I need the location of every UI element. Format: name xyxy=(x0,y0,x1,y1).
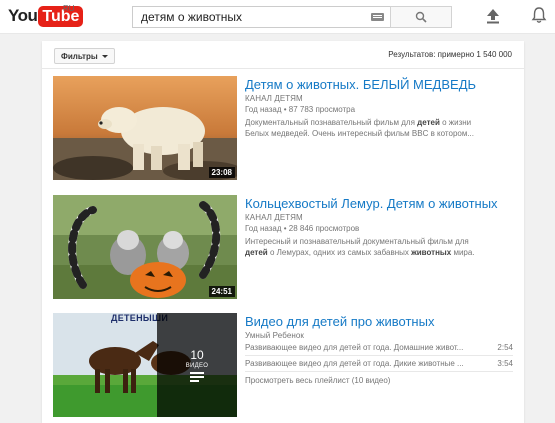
logo-region: RU xyxy=(63,4,75,13)
desc-text: о Лемурах, одних из самых забавных xyxy=(267,248,412,257)
playlist-result: ДЕТЕНЫШИ 10 ВИДЕО Видео для детей про жи… xyxy=(53,313,513,417)
results-count: Результатов: примерно 1 540 000 xyxy=(388,50,512,59)
video-meta: Год назад • 28 846 просмотров xyxy=(245,224,360,233)
search-input-value: детям о животных xyxy=(141,10,242,24)
view-full-playlist-link[interactable]: Просмотреть весь плейлист (10 видео) xyxy=(245,376,513,385)
desc-highlight: животных xyxy=(411,248,452,257)
video-thumbnail[interactable]: 23:08 xyxy=(53,76,237,180)
keyboard-icon[interactable] xyxy=(371,13,384,21)
desc-text: о жизни xyxy=(439,118,472,127)
bell-icon[interactable] xyxy=(531,6,547,24)
desc-text: Интересный и познавательный документальн… xyxy=(245,237,469,246)
playlist-icon xyxy=(190,372,204,382)
polar-bear-thumbnail-image xyxy=(53,76,237,180)
search-input[interactable]: детям о животных xyxy=(132,6,390,28)
divider xyxy=(245,371,513,372)
logo-text-you: You xyxy=(8,6,38,25)
desc-highlight: детей xyxy=(417,118,440,127)
chevron-down-icon xyxy=(101,54,108,58)
lemur-thumbnail-image xyxy=(53,195,237,299)
desc-text: мира. xyxy=(451,248,475,257)
video-description: Интересный и познавательный документальн… xyxy=(245,236,513,258)
playlist-count-label: ВИДЕО xyxy=(185,363,209,369)
video-info: Кольцехвостый Лемур. Детям о животных КА… xyxy=(245,195,513,258)
divider xyxy=(42,68,524,69)
playlist-item-time: 3:54 xyxy=(497,359,513,368)
masthead: You Tube RU детям о животных xyxy=(0,0,555,34)
playlist-item-title: Развивающее видео для детей от года. Дом… xyxy=(245,343,464,352)
channel-name[interactable]: Умный Ребенок xyxy=(245,331,513,340)
desc-text: Документальный познавательный фильм для xyxy=(245,118,418,127)
playlist-title[interactable]: Видео для детей про животных xyxy=(245,313,513,330)
filters-button[interactable]: Фильтры xyxy=(54,48,115,64)
playlist-item[interactable]: Развивающее видео для детей от года. Дом… xyxy=(245,343,513,352)
playlist-overlay: 10 ВИДЕО xyxy=(157,313,237,417)
results-card: Фильтры Результатов: примерно 1 540 000 xyxy=(42,41,524,423)
desc-text: Белых медведей. Очень интересный фильм B… xyxy=(245,129,475,138)
youtube-logo[interactable]: You Tube RU xyxy=(8,4,84,27)
desc-highlight: детей xyxy=(245,248,268,257)
playlist-count: 10 xyxy=(190,348,204,362)
playlist-item-title: Развивающее видео для детей от года. Дик… xyxy=(245,359,464,368)
video-duration: 23:08 xyxy=(208,167,235,178)
playlist-item[interactable]: Развивающее видео для детей от года. Дик… xyxy=(245,359,513,368)
video-thumbnail[interactable]: 24:51 xyxy=(53,195,237,299)
video-description: Документальный познавательный фильм для … xyxy=(245,117,513,139)
filters-label: Фильтры xyxy=(61,51,98,61)
video-meta: Год назад • 87 783 просмотра xyxy=(245,105,356,114)
video-title[interactable]: Детям о животных. БЕЛЫЙ МЕДВЕДЬ xyxy=(245,76,513,93)
video-info: Детям о животных. БЕЛЫЙ МЕДВЕДЬ КАНАЛ ДЕ… xyxy=(245,76,513,139)
search-button[interactable] xyxy=(390,6,452,28)
playlist-thumbnail[interactable]: ДЕТЕНЫШИ 10 ВИДЕО xyxy=(53,313,237,417)
video-title[interactable]: Кольцехвостый Лемур. Детям о животных xyxy=(245,195,513,212)
channel-name[interactable]: КАНАЛ ДЕТЯМ xyxy=(245,94,513,103)
logo-text-tube: Tube xyxy=(38,5,84,27)
search-icon xyxy=(415,11,427,23)
playlist-item-time: 2:54 xyxy=(497,343,513,352)
divider xyxy=(245,355,513,356)
video-result: 24:51 Кольцехвостый Лемур. Детям о живот… xyxy=(53,195,513,299)
channel-name[interactable]: КАНАЛ ДЕТЯМ xyxy=(245,213,513,222)
playlist-info: Видео для детей про животных Умный Ребен… xyxy=(245,313,513,385)
video-duration: 24:51 xyxy=(208,286,235,297)
video-result: 23:08 Детям о животных. БЕЛЫЙ МЕДВЕДЬ КА… xyxy=(53,76,513,180)
upload-icon[interactable] xyxy=(486,8,500,24)
